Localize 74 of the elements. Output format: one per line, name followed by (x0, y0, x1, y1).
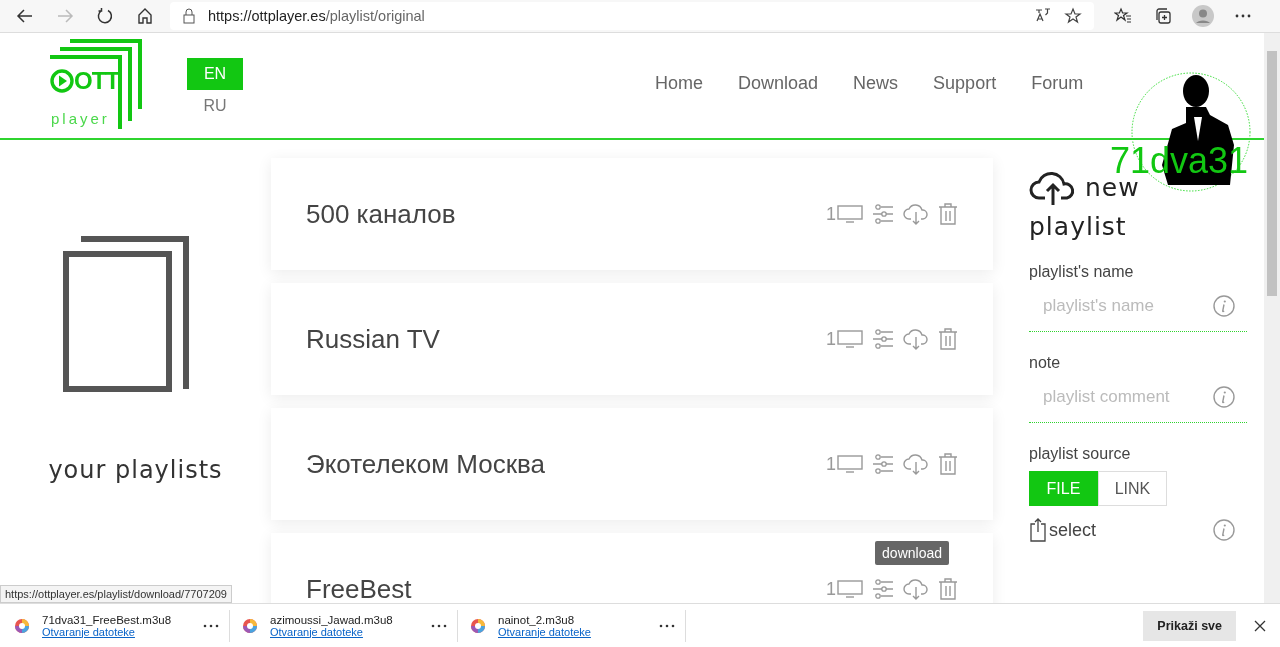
playlists-icon (62, 236, 189, 394)
trash-icon[interactable] (938, 453, 958, 475)
nav-link[interactable]: Support (933, 73, 997, 94)
device-count: 1 (826, 453, 836, 475)
download-filename: nainot_2.m3u8 (498, 613, 576, 626)
close-icon[interactable] (1254, 619, 1266, 632)
field-label: note (1029, 354, 1062, 372)
open-file-link[interactable]: Otvaranje datoteke (270, 625, 419, 638)
nav-link[interactable]: Home (655, 73, 703, 94)
field-label: playlist source (1029, 445, 1132, 463)
forward-icon[interactable] (56, 7, 74, 25)
cloud-download-icon[interactable] (903, 578, 929, 600)
file-icon (14, 617, 30, 634)
cloud-download-icon[interactable] (903, 328, 929, 350)
show-all-button[interactable]: Prikaži sve (1143, 610, 1236, 641)
download-item[interactable]: nainot_2.m3u8 Otvaranje datoteke (464, 609, 686, 642)
playlist-card[interactable]: Russian TV 1 (271, 283, 993, 395)
tooltip: download (875, 541, 949, 565)
source-toggle[interactable]: LINK (1098, 471, 1167, 506)
info-icon[interactable] (1213, 386, 1235, 408)
form-title: playlist (1029, 212, 1128, 241)
trash-icon[interactable] (938, 203, 958, 225)
info-icon[interactable] (1213, 295, 1235, 317)
trash-icon[interactable] (938, 578, 958, 600)
tv-icon[interactable] (837, 580, 863, 598)
more-icon[interactable] (431, 623, 447, 628)
form-title: new (1085, 172, 1140, 202)
settings-icon[interactable] (872, 454, 894, 474)
playlist-card[interactable]: 500 каналов 1 (271, 158, 993, 270)
more-icon[interactable] (203, 623, 219, 628)
download-item[interactable]: azimoussi_Jawad.m3u8 Otvaranje datoteke (236, 609, 458, 642)
nav-link[interactable]: Download (738, 73, 819, 94)
tv-icon[interactable] (837, 455, 863, 473)
open-file-link[interactable]: Otvaranje datoteke (42, 625, 191, 638)
language-option[interactable]: RU (187, 90, 243, 122)
nav-link[interactable]: Forum (1031, 73, 1084, 94)
settings-icon[interactable] (872, 329, 894, 349)
device-count: 1 (826, 578, 836, 600)
open-file-link[interactable]: Otvaranje datoteke (498, 625, 647, 638)
cloud-download-icon[interactable] (903, 203, 929, 225)
nav-link[interactable]: News (853, 73, 899, 94)
download-item[interactable]: 71dva31_FreeBest.m3u8 Otvaranje datoteke (14, 609, 230, 642)
playlist-card[interactable]: Экотелеком Москва 1 (271, 408, 993, 520)
back-icon[interactable] (16, 7, 34, 25)
refresh-icon[interactable] (96, 7, 114, 25)
trash-icon[interactable] (938, 328, 958, 350)
status-url: https://ottplayer.es/playlist/download/7707209 (0, 585, 232, 603)
settings-icon[interactable] (872, 579, 894, 599)
field-label: playlist's name (1029, 263, 1135, 281)
scrollbar[interactable] (1264, 33, 1280, 603)
lock-icon (182, 8, 196, 24)
cloud-download-icon[interactable] (903, 453, 929, 475)
device-count: 1 (826, 203, 836, 225)
playlist-name: 500 каналов (306, 198, 457, 230)
sidebar-title: your playlists (48, 456, 223, 484)
playlist-card[interactable]: FreeBest 1 download (271, 533, 993, 603)
home-icon[interactable] (136, 7, 154, 25)
star-icon[interactable] (1064, 7, 1082, 25)
download-filename: azimoussi_Jawad.m3u8 (270, 613, 394, 626)
info-icon[interactable] (1213, 519, 1235, 541)
tv-icon[interactable] (837, 330, 863, 348)
more-icon[interactable] (659, 623, 675, 628)
file-icon (470, 617, 486, 634)
settings-icon[interactable] (872, 204, 894, 224)
device-count: 1 (826, 328, 836, 350)
playlist-name: FreeBest (306, 573, 413, 603)
download-filename: 71dva31_FreeBest.m3u8 (42, 613, 173, 626)
upload-icon (1029, 518, 1047, 542)
address-bar[interactable]: https://ottplayer.es/playlist/original (170, 2, 1094, 30)
select-file-button[interactable]: select (1029, 518, 1097, 542)
tv-icon[interactable] (837, 205, 863, 223)
file-icon (242, 617, 258, 634)
playlist-name: Russian TV (306, 323, 441, 355)
playlist-name: Экотелеком Москва (306, 448, 547, 480)
